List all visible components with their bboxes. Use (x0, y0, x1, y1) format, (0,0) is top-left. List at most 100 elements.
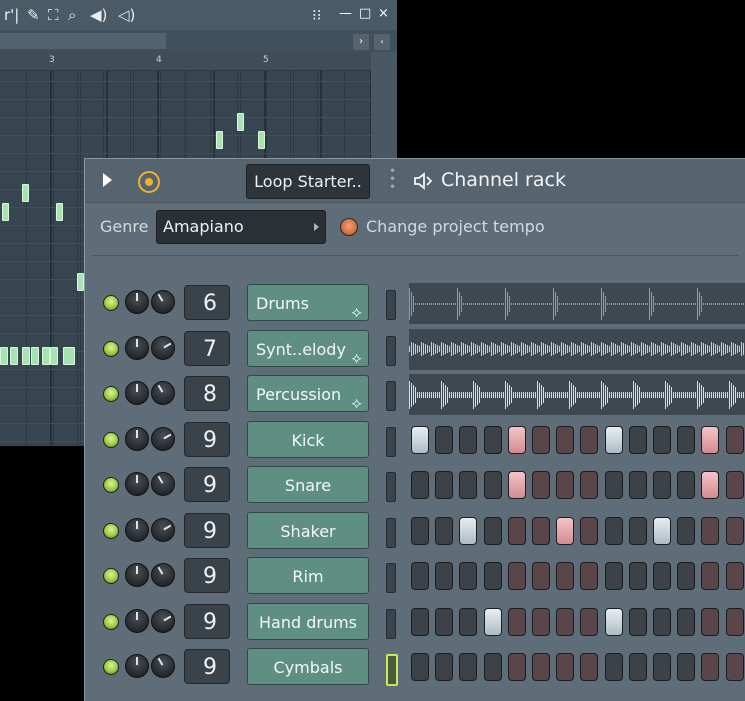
step-button[interactable] (459, 562, 478, 590)
channel-name-button[interactable]: Rim (247, 557, 369, 594)
note[interactable] (10, 347, 18, 365)
pan-knob[interactable] (125, 563, 149, 587)
step-button[interactable] (556, 653, 575, 681)
volume-knob[interactable] (151, 563, 175, 587)
step-button[interactable] (483, 425, 502, 454)
pencil-tool-icon[interactable]: r'| (4, 6, 19, 24)
pan-knob[interactable] (125, 426, 149, 451)
step-button[interactable] (532, 607, 550, 636)
step-button[interactable] (725, 471, 744, 499)
step-button[interactable] (411, 653, 429, 681)
step-button[interactable] (580, 425, 599, 454)
step-button[interactable] (459, 653, 478, 681)
step-button[interactable] (435, 562, 454, 590)
step-button[interactable] (459, 516, 478, 545)
step-button[interactable] (604, 425, 623, 454)
step-button[interactable] (701, 653, 720, 681)
note[interactable] (77, 273, 84, 291)
pan-knob[interactable] (125, 654, 149, 678)
step-button[interactable] (580, 653, 599, 681)
audio-waveform[interactable] (409, 283, 745, 324)
step-button[interactable] (435, 471, 454, 499)
volume-knob[interactable] (151, 517, 175, 542)
step-button[interactable] (435, 653, 454, 681)
speaker-icon[interactable]: ◁) (118, 6, 135, 24)
step-button[interactable] (677, 653, 696, 681)
step-button[interactable] (628, 516, 647, 545)
pan-knob[interactable] (125, 472, 149, 496)
mute-tool-icon[interactable]: ✎ (27, 6, 40, 24)
note[interactable] (42, 347, 50, 365)
step-button[interactable] (483, 516, 502, 545)
channel-enable-led[interactable] (103, 568, 119, 584)
channel-name-button[interactable]: Kick (247, 420, 369, 458)
note[interactable] (258, 131, 265, 149)
channel-select-indicator[interactable] (386, 426, 396, 457)
channel-enable-led[interactable] (103, 659, 119, 675)
channel-enable-led[interactable] (103, 431, 119, 448)
channel-name-button[interactable]: Shaker (247, 511, 369, 549)
step-button[interactable] (459, 471, 478, 499)
step-button[interactable] (677, 516, 696, 545)
step-button[interactable] (532, 471, 550, 499)
step-button[interactable] (628, 471, 647, 499)
step-button[interactable] (677, 562, 696, 590)
step-button[interactable] (725, 562, 744, 590)
audio-waveform[interactable] (409, 328, 745, 370)
pan-knob[interactable] (125, 608, 149, 633)
step-button[interactable] (677, 471, 696, 499)
step-button[interactable] (532, 516, 550, 545)
step-button[interactable] (411, 562, 429, 590)
step-button[interactable] (411, 425, 429, 454)
channel-name-button[interactable]: Cymbals (247, 648, 369, 685)
volume-knob[interactable] (151, 608, 175, 633)
mixer-track-number[interactable]: 9 (184, 558, 230, 593)
step-button[interactable] (725, 516, 744, 545)
channel-enable-led[interactable] (103, 295, 119, 311)
mixer-track-number[interactable]: 9 (184, 421, 230, 457)
step-button[interactable] (604, 607, 623, 636)
note[interactable] (63, 347, 75, 365)
note[interactable] (237, 113, 244, 131)
channel-select-indicator[interactable] (386, 381, 396, 411)
step-button[interactable] (507, 562, 526, 590)
note[interactable] (22, 347, 30, 365)
volume-knob[interactable] (151, 426, 175, 451)
change-tempo-toggle[interactable] (340, 218, 358, 236)
step-button[interactable] (628, 607, 647, 636)
minimize-button[interactable]: — (339, 6, 352, 21)
step-button[interactable] (532, 425, 550, 454)
piano-roll-ruler[interactable]: 3 4 5 (0, 52, 371, 71)
pan-knob[interactable] (125, 517, 149, 542)
step-button[interactable] (628, 562, 647, 590)
step-button[interactable] (580, 607, 599, 636)
channel-enable-led[interactable] (103, 386, 119, 402)
step-button[interactable] (411, 471, 429, 499)
audio-waveform[interactable] (409, 374, 745, 415)
loop-starter-preset-button[interactable]: Loop Starter.. (246, 164, 370, 199)
step-button[interactable] (411, 516, 429, 545)
step-button[interactable] (483, 607, 502, 636)
playback-tool-icon[interactable]: ◀) (90, 6, 107, 24)
refresh-icon[interactable] (138, 171, 160, 193)
channel-name-button[interactable]: Hand drums (247, 602, 369, 640)
step-button[interactable] (725, 653, 744, 681)
mixer-track-number[interactable]: 9 (184, 467, 230, 502)
channel-name-button[interactable]: Percussion ⟡ (247, 375, 369, 412)
close-button[interactable]: × (378, 6, 389, 21)
channel-name-button[interactable]: Snare (247, 466, 369, 503)
channel-select-indicator[interactable] (386, 654, 398, 686)
step-button[interactable] (507, 653, 526, 681)
volume-knob[interactable] (151, 290, 175, 314)
step-button[interactable] (725, 607, 744, 636)
step-button[interactable] (701, 562, 720, 590)
note[interactable] (31, 347, 39, 365)
step-button[interactable] (507, 607, 526, 636)
volume-knob[interactable] (151, 654, 175, 678)
step-button[interactable] (435, 516, 454, 545)
mixer-track-number[interactable]: 6 (184, 285, 230, 320)
step-button[interactable] (604, 471, 623, 499)
step-button[interactable] (483, 653, 502, 681)
step-button[interactable] (435, 607, 454, 636)
note[interactable] (216, 131, 223, 149)
